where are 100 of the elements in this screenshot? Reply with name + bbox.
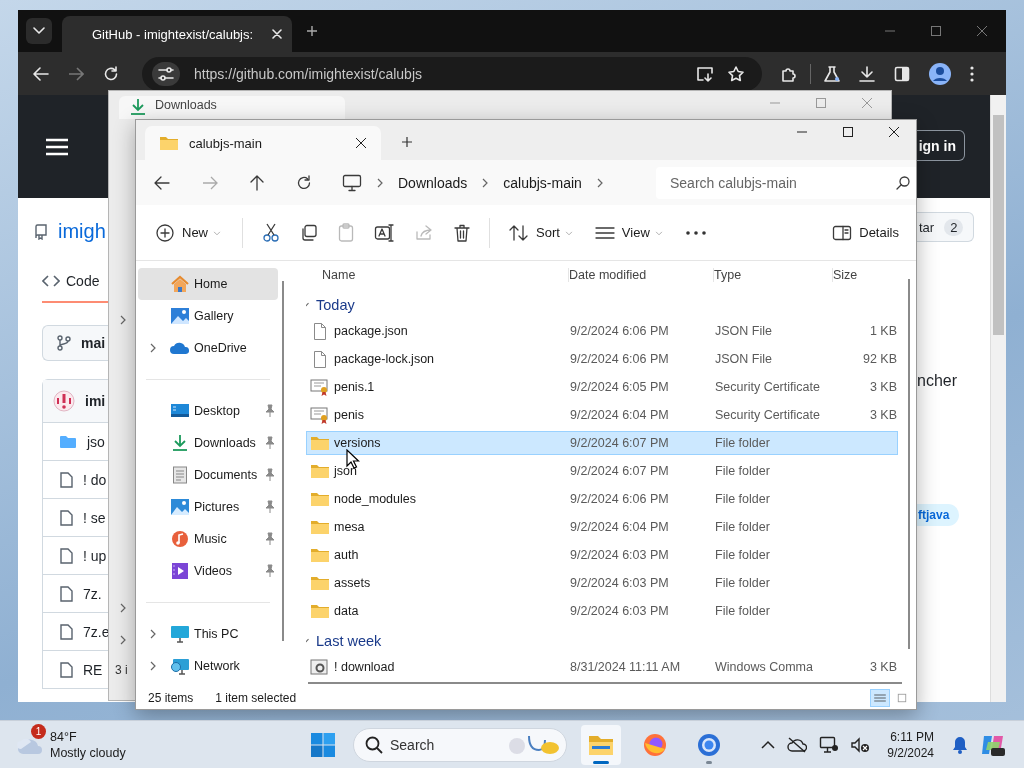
- file-row[interactable]: node_modules 9/2/2024 6:06 PM File folder: [306, 487, 898, 511]
- close-icon[interactable]: [888, 126, 900, 138]
- file-row[interactable]: auth 9/2/2024 6:03 PM File folder: [306, 543, 898, 567]
- chevron-icon[interactable]: [118, 315, 127, 325]
- file-link[interactable]: ! do: [83, 471, 107, 488]
- chevron-icon[interactable]: [149, 661, 157, 671]
- maximize-icon[interactable]: [842, 126, 854, 138]
- sidebar-item[interactable]: OneDrive: [138, 332, 278, 364]
- browser-tab[interactable]: GitHub - imightexist/calubjs:: [62, 16, 292, 52]
- cloud-off-icon[interactable]: [787, 736, 808, 753]
- sort-button[interactable]: Sort: [502, 214, 582, 251]
- weather-widget[interactable]: 1 84°F Mostly cloudy: [16, 722, 176, 767]
- branch-selector[interactable]: mai: [42, 325, 108, 361]
- type-cell-text: Windows Comma: [715, 660, 814, 674]
- new-tab-icon[interactable]: [401, 136, 413, 148]
- clock-date[interactable]: 9/2/2024: [887, 744, 934, 761]
- code-icon: [42, 274, 60, 288]
- address-bar[interactable]: Downloads calubjs-main: [332, 165, 637, 200]
- file-link[interactable]: jso: [87, 433, 105, 450]
- clock-time[interactable]: 6:11 PM: [890, 728, 934, 745]
- file-row[interactable]: data 9/2/2024 6:03 PM File folder: [306, 599, 898, 623]
- file-row[interactable]: penis 9/2/2024 6:04 PM Security Certificate 3 KB: [306, 403, 898, 427]
- file-row[interactable]: ! download 8/31/2024 11:11 AM Windows Comma 3 KB: [306, 655, 898, 676]
- file-row[interactable]: package-lock.json 9/2/2024 6:06 PM JSON File 92 KB: [306, 347, 898, 371]
- file-row[interactable]: penis.1 9/2/2024 6:05 PM Security Certificate 3 KB: [306, 375, 898, 399]
- chevron-icon[interactable]: [481, 177, 490, 188]
- start-icon[interactable]: [311, 732, 335, 757]
- download-icon[interactable]: [859, 65, 875, 82]
- chevron-icon[interactable]: [149, 629, 157, 639]
- network-icon[interactable]: [819, 735, 840, 754]
- column-header[interactable]: Name: [306, 267, 569, 282]
- file-link[interactable]: ! se: [83, 509, 106, 526]
- sidebar-item[interactable]: Pictures: [138, 491, 278, 523]
- up-icon[interactable]: [250, 174, 264, 191]
- chevron-icon[interactable]: [595, 177, 604, 188]
- column-header[interactable]: Date modified: [569, 267, 714, 282]
- new-button[interactable]: New: [148, 214, 230, 251]
- details-button[interactable]: Details: [825, 214, 906, 251]
- back-icon[interactable]: [154, 175, 170, 190]
- sidebar-item[interactable]: Videos: [138, 555, 278, 587]
- new-tab-icon[interactable]: [306, 25, 318, 37]
- window-tab[interactable]: Downloads: [119, 96, 345, 119]
- topic-tag[interactable]: ftjava: [917, 504, 960, 526]
- bell-icon[interactable]: [952, 735, 968, 754]
- volume-muted-icon[interactable]: [851, 736, 872, 753]
- group-header[interactable]: Last week: [316, 633, 382, 649]
- chevron-icon[interactable]: [376, 177, 384, 188]
- file-link[interactable]: 7z.: [83, 585, 102, 602]
- tab-list-button[interactable]: [26, 18, 52, 44]
- sidebar-label: Documents: [194, 468, 259, 482]
- side-panel-icon[interactable]: [894, 65, 910, 82]
- repo-link[interactable]: imigh: [58, 220, 106, 243]
- sidebar-item[interactable]: Desktop: [138, 395, 278, 427]
- search-field[interactable]: Search: [353, 727, 567, 762]
- group-header[interactable]: Today: [316, 297, 355, 313]
- column-header[interactable]: Type: [714, 267, 833, 282]
- breadcrumb-item[interactable]: calubjs-main: [503, 174, 582, 191]
- view-button[interactable]: View: [587, 214, 672, 251]
- search-field[interactable]: Search calubjs-main: [656, 166, 916, 199]
- refresh-icon[interactable]: [296, 174, 312, 191]
- folder-icon: [310, 491, 330, 507]
- sidebar-item[interactable]: Network: [138, 650, 278, 682]
- reload-icon[interactable]: [103, 65, 119, 82]
- chevron-icon[interactable]: [149, 343, 157, 353]
- date-cell-text: 8/31/2024 11:11 AM: [570, 660, 682, 674]
- column-header[interactable]: Size: [833, 267, 903, 282]
- sidebar-item[interactable]: Downloads: [138, 427, 278, 459]
- forward-icon[interactable]: [68, 66, 84, 81]
- file-row[interactable]: assets 9/2/2024 6:03 PM File folder: [306, 571, 898, 595]
- menu-icon[interactable]: [970, 65, 974, 82]
- sidebar-item[interactable]: Gallery: [138, 300, 278, 332]
- star-button[interactable]: tar 2: [917, 212, 975, 242]
- taskbar-app[interactable]: [581, 724, 621, 765]
- sidebar-item[interactable]: Documents: [138, 459, 278, 491]
- site-info-icon[interactable]: [152, 61, 180, 86]
- sidebar-item[interactable]: This PC: [138, 618, 278, 650]
- install-icon[interactable]: [696, 65, 714, 82]
- chevron-icon[interactable]: [118, 635, 127, 645]
- file-link[interactable]: RE: [83, 661, 103, 678]
- pin-icon: [264, 404, 276, 418]
- breadcrumb-item[interactable]: Downloads: [398, 174, 468, 191]
- file-link[interactable]: ! up: [83, 547, 107, 564]
- extensions-icon[interactable]: [781, 65, 797, 82]
- file-link[interactable]: 7z.e: [83, 623, 110, 640]
- flask-icon[interactable]: [824, 65, 840, 82]
- file-row[interactable]: json 9/2/2024 6:07 PM File folder: [306, 459, 898, 483]
- file-row[interactable]: mesa 9/2/2024 6:04 PM File folder: [306, 515, 898, 539]
- star-icon[interactable]: [728, 65, 744, 82]
- address-bar[interactable]: https://github.com/imightexist/calubjs: [142, 56, 762, 91]
- caret-up-icon[interactable]: [761, 740, 776, 749]
- file-row[interactable]: versions 9/2/2024 6:07 PM File folder: [306, 431, 898, 455]
- window-tab[interactable]: calubjs-main: [145, 126, 381, 160]
- close-icon[interactable]: [355, 137, 367, 149]
- sidebar-item[interactable]: Home: [138, 268, 278, 300]
- sidebar-item[interactable]: Music: [138, 523, 278, 555]
- menu-icon[interactable]: [45, 137, 69, 156]
- avatar-icon[interactable]: [929, 62, 951, 85]
- file-row[interactable]: package.json 9/2/2024 6:06 PM JSON File 1 KB: [306, 319, 898, 343]
- chevron-icon[interactable]: [118, 603, 127, 613]
- scrollbar[interactable]: [990, 95, 1006, 702]
